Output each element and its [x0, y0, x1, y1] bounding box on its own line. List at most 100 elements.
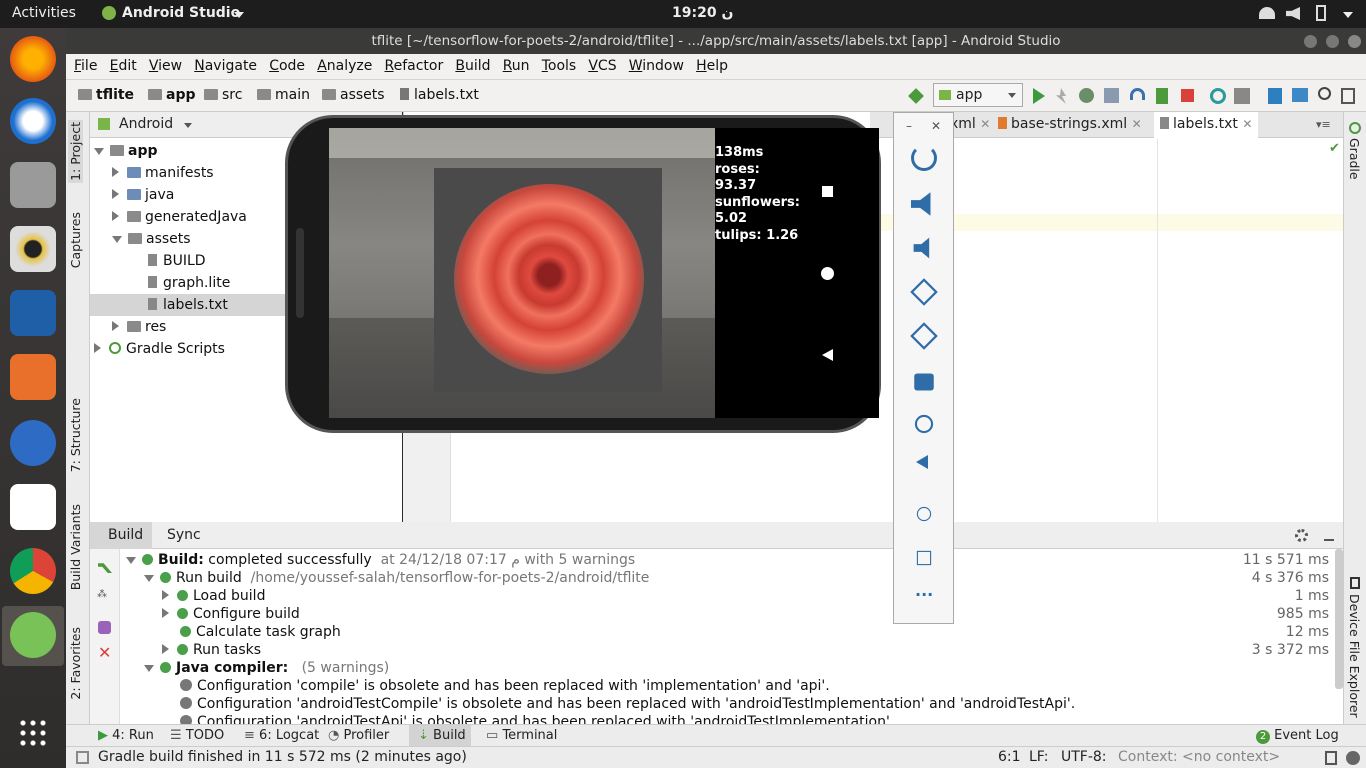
back-button-icon[interactable] [822, 349, 833, 361]
zoom-icon[interactable] [914, 414, 934, 434]
clock[interactable]: ن 19:20 [672, 5, 733, 21]
tab-structure[interactable]: 7: Structure [68, 398, 83, 472]
tab-base-strings-xml[interactable]: base-strings.xml ✕ [992, 112, 1148, 138]
rhythmbox-icon[interactable] [10, 226, 56, 272]
menu-navigate[interactable]: Navigate [194, 54, 257, 79]
menu-vcs[interactable]: VCS [588, 54, 616, 79]
activities-button[interactable]: Activities [12, 5, 76, 21]
menu-window[interactable]: Window [629, 54, 684, 79]
software-center-icon[interactable] [10, 354, 56, 400]
tab-build[interactable]: ⇣ Build [418, 728, 466, 743]
build-line-status[interactable]: Build: completed successfully at 24/12/1… [126, 552, 635, 568]
breadcrumb-main[interactable]: main [257, 87, 310, 103]
tab-run[interactable]: ▶ 4: Run [98, 728, 154, 743]
chrome-icon[interactable] [10, 548, 56, 594]
run-tests-icon[interactable] [1156, 88, 1168, 104]
build-line-task-graph[interactable]: Calculate task graph [180, 624, 341, 640]
lock-icon[interactable] [1325, 751, 1337, 765]
breadcrumb-app[interactable]: app [148, 87, 196, 103]
back-icon[interactable] [916, 455, 928, 469]
tree-item-res[interactable]: res [112, 319, 166, 335]
close-icon[interactable] [1348, 35, 1361, 48]
avd-manager-icon[interactable] [1234, 88, 1250, 104]
close-tab-icon[interactable]: ✕ [980, 117, 990, 131]
menu-file[interactable]: File [74, 54, 97, 79]
minimize-icon[interactable] [1304, 35, 1317, 48]
build-line-run-build[interactable]: Run build /home/youssef-salah/tensorflow… [144, 570, 649, 586]
tree-item-gradle-scripts[interactable]: Gradle Scripts [94, 341, 225, 357]
menu-view[interactable]: View [149, 54, 182, 79]
volume-up-icon[interactable] [911, 192, 931, 216]
writer-icon[interactable] [10, 290, 56, 336]
cursor-position[interactable]: 6:1 [998, 749, 1021, 765]
make-project-icon[interactable] [908, 88, 924, 104]
tree-item-manifests[interactable]: manifests [112, 165, 214, 181]
breadcrumb-labels[interactable]: labels.txt [400, 87, 479, 103]
volume-icon[interactable] [1286, 7, 1300, 20]
search-icon[interactable] [1318, 87, 1331, 100]
status-message[interactable]: Gradle build finished in 11 s 572 ms (2 … [98, 749, 467, 765]
overview-icon[interactable] [916, 550, 932, 566]
build-warning[interactable]: Configuration 'androidTestCompile' is ob… [180, 696, 1075, 712]
tab-list-menu[interactable]: ▾≡ [1310, 112, 1337, 138]
layout-icon[interactable] [1341, 88, 1355, 104]
gear-icon[interactable] [1295, 529, 1308, 542]
system-menu-icon[interactable] [1343, 12, 1353, 18]
show-apps-icon[interactable] [18, 718, 48, 748]
run-icon[interactable] [1033, 88, 1045, 104]
hammer-icon[interactable] [98, 563, 112, 573]
menu-edit[interactable]: Edit [110, 54, 137, 79]
hide-icon[interactable] [1324, 529, 1334, 541]
tab-terminal[interactable]: ▭ Terminal [486, 728, 557, 743]
menu-build[interactable]: Build [455, 54, 490, 79]
run-config-select[interactable]: app [933, 83, 1023, 107]
build-line-run-tasks[interactable]: Run tasks [162, 642, 261, 658]
menu-tools[interactable]: Tools [542, 54, 577, 79]
build-warning[interactable]: Configuration 'compile' is obsolete and … [180, 678, 830, 694]
close-icon[interactable]: ✕ [98, 643, 111, 662]
menu-refactor[interactable]: Refactor [385, 54, 444, 79]
build-warning[interactable]: Configuration 'androidTestApi' is obsole… [180, 714, 894, 724]
thunderbird-icon[interactable] [10, 98, 56, 144]
menu-run[interactable]: Run [503, 54, 530, 79]
tool-windows-icon[interactable] [76, 751, 89, 764]
profile-icon[interactable] [1130, 88, 1145, 100]
tab-event-log[interactable]: 2 Event Log [1256, 728, 1339, 744]
power-icon[interactable] [911, 145, 937, 171]
android-studio-dock-icon[interactable] [10, 612, 56, 658]
project-structure-icon[interactable] [1292, 88, 1308, 102]
breadcrumb-tflite[interactable]: tflite [78, 87, 134, 103]
camera-icon[interactable] [914, 373, 934, 391]
close-tab-icon[interactable]: ✕ [1242, 117, 1252, 131]
tree-item-labels-txt[interactable]: labels.txt [148, 297, 228, 313]
tab-gradle[interactable]: Gradle [1347, 138, 1362, 180]
volume-down-icon[interactable] [913, 237, 930, 259]
firefox-icon[interactable] [10, 36, 56, 82]
tree-item-app[interactable]: app [94, 143, 158, 159]
tab-logcat[interactable]: ≡ 6: Logcat [244, 728, 319, 743]
debug-icon[interactable] [1079, 88, 1094, 103]
help-icon[interactable] [10, 420, 56, 466]
tree-item-generatedjava[interactable]: generatedJava [112, 209, 247, 225]
close-tab-icon[interactable]: ✕ [1132, 117, 1142, 131]
apply-changes-icon[interactable] [1056, 88, 1066, 104]
menu-code[interactable]: Code [269, 54, 305, 79]
attach-debugger-icon[interactable] [1104, 88, 1119, 103]
filter-icon[interactable] [98, 621, 111, 634]
app-menu[interactable]: Android Studio [122, 5, 240, 21]
maximize-icon[interactable] [1326, 35, 1339, 48]
tab-profiler[interactable]: ◔ Profiler [328, 728, 389, 743]
project-view-select[interactable]: Android [119, 116, 173, 132]
amazon-icon[interactable] [10, 484, 56, 530]
tree-item-assets[interactable]: assets [112, 231, 191, 247]
tab-captures[interactable]: Captures [68, 212, 83, 268]
breadcrumb-assets[interactable]: assets [322, 87, 385, 103]
build-line-configure-build[interactable]: Configure build [162, 606, 300, 622]
tab-build-variants[interactable]: Build Variants [68, 504, 83, 590]
rotate-left-icon[interactable] [910, 278, 938, 306]
tab-favorites[interactable]: 2: Favorites [68, 627, 83, 700]
file-encoding[interactable]: UTF-8: [1061, 749, 1107, 765]
tab-sync[interactable]: Sync [167, 527, 201, 543]
build-line-java-compiler[interactable]: Java compiler: (5 warnings) [144, 660, 389, 676]
battery-icon[interactable] [1316, 5, 1326, 21]
